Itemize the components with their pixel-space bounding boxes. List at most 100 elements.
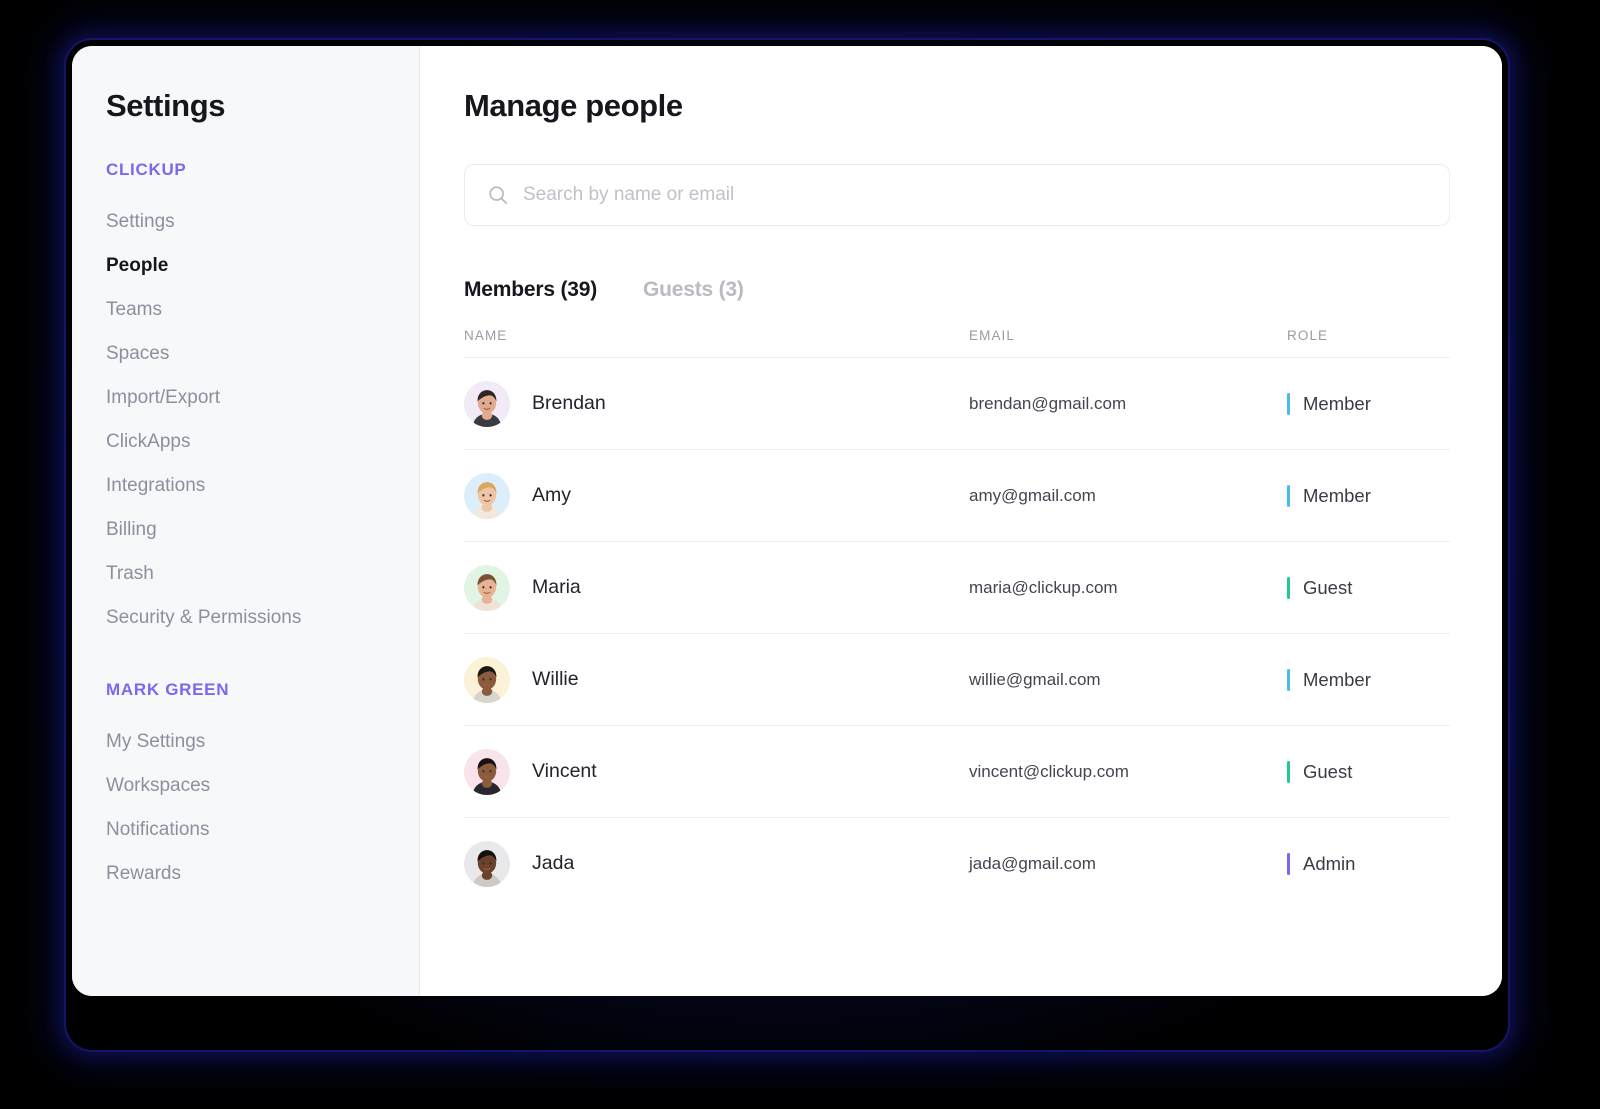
role-label: Member: [1303, 392, 1371, 414]
role-label: Guest: [1303, 576, 1353, 598]
person-email: vincent@clickup.com: [969, 761, 1129, 781]
cell-name: Amy: [464, 449, 969, 542]
cell-role: Guest: [1287, 725, 1450, 818]
person-email: maria@clickup.com: [969, 577, 1118, 597]
person-name: Willie: [532, 668, 579, 690]
sidebar-item-security-permissions[interactable]: Security & Permissions: [72, 596, 419, 640]
role-color-bar: [1287, 392, 1290, 415]
role-label: Member: [1303, 668, 1371, 690]
table-header: NAME EMAIL ROLE: [464, 328, 1450, 358]
cell-name: Brendan: [464, 357, 969, 450]
person-name: Amy: [532, 484, 571, 506]
cell-name: Jada: [464, 818, 969, 910]
sidebar-item-notifications[interactable]: Notifications: [72, 808, 419, 852]
table-row[interactable]: Jada jada@gmail.com Admin: [464, 818, 1450, 910]
search-icon: [487, 184, 509, 206]
role-color-bar: [1287, 852, 1290, 875]
role-badge[interactable]: Member: [1287, 392, 1450, 415]
sidebar-item-workspaces[interactable]: Workspaces: [72, 764, 419, 808]
table-body: Brendan brendan@gmail.com Member Amy amy@gma…: [464, 357, 1450, 910]
cell-email: maria@clickup.com: [969, 541, 1287, 634]
role-badge[interactable]: Guest: [1287, 576, 1450, 599]
person-email: willie@gmail.com: [969, 669, 1101, 689]
cell-name: Willie: [464, 633, 969, 726]
sidebar-group-label: CLICKUP: [106, 160, 187, 179]
role-badge[interactable]: Member: [1287, 668, 1450, 691]
person-name: Brendan: [532, 392, 606, 414]
avatar: [464, 380, 510, 427]
sidebar-item-clickapps[interactable]: ClickApps: [72, 420, 419, 464]
sidebar-group: CLICKUP Settings People Teams Spaces Import/E…: [72, 160, 419, 640]
table-row[interactable]: Maria maria@clickup.com Guest: [464, 541, 1450, 634]
role-label: Admin: [1303, 852, 1356, 874]
cell-role: Member: [1287, 357, 1450, 450]
sidebar-item-people[interactable]: People: [72, 244, 419, 288]
avatar: [464, 656, 510, 703]
column-header-role: ROLE: [1287, 328, 1450, 358]
table-row[interactable]: Amy amy@gmail.com Member: [464, 449, 1450, 542]
people-tabs: Members (39) Guests (3): [464, 278, 1450, 302]
sidebar-nav: CLICKUP Settings People Teams Spaces Import/E…: [72, 160, 419, 896]
role-color-bar: [1287, 760, 1290, 783]
name-cell: Brendan: [464, 380, 969, 427]
avatar: [464, 840, 510, 887]
settings-sidebar: Settings CLICKUP Settings People Teams Space…: [72, 46, 420, 996]
table-row[interactable]: Brendan brendan@gmail.com Member: [464, 357, 1450, 450]
table-row[interactable]: Vincent vincent@clickup.com Guest: [464, 725, 1450, 818]
cell-role: Guest: [1287, 541, 1450, 634]
cell-role: Admin: [1287, 818, 1450, 910]
sidebar-item-settings[interactable]: Settings: [72, 200, 419, 244]
cell-email: vincent@clickup.com: [969, 725, 1287, 818]
sidebar-item-rewards[interactable]: Rewards: [72, 852, 419, 896]
person-name: Vincent: [532, 760, 597, 782]
person-email: brendan@gmail.com: [969, 393, 1127, 413]
screen-root: Settings CLICKUP Settings People Teams Space…: [0, 0, 1600, 1109]
sidebar-item-trash[interactable]: Trash: [72, 552, 419, 596]
avatar: [464, 564, 510, 611]
name-cell: Willie: [464, 656, 969, 703]
sidebar-item-teams[interactable]: Teams: [72, 288, 419, 332]
name-cell: Jada: [464, 840, 969, 887]
name-cell: Vincent: [464, 748, 969, 795]
role-badge[interactable]: Member: [1287, 484, 1450, 507]
cell-email: willie@gmail.com: [969, 633, 1287, 726]
role-label: Guest: [1303, 760, 1353, 782]
cell-email: amy@gmail.com: [969, 449, 1287, 542]
role-badge[interactable]: Guest: [1287, 760, 1450, 783]
sidebar-item-billing[interactable]: Billing: [72, 508, 419, 552]
cell-role: Member: [1287, 449, 1450, 542]
cell-role: Member: [1287, 633, 1450, 726]
sidebar-group: MARK GREEN My Settings Workspaces Notificat…: [72, 680, 419, 896]
name-cell: Amy: [464, 472, 969, 519]
role-label: Member: [1303, 484, 1371, 506]
sidebar-item-spaces[interactable]: Spaces: [72, 332, 419, 376]
role-color-bar: [1287, 484, 1290, 507]
cell-name: Vincent: [464, 725, 969, 818]
settings-card: Settings CLICKUP Settings People Teams Space…: [72, 46, 1502, 996]
cell-email: jada@gmail.com: [969, 818, 1287, 910]
tab-guests[interactable]: Guests (3): [643, 278, 744, 302]
column-header-name: NAME: [464, 328, 969, 358]
sidebar-item-my-settings[interactable]: My Settings: [72, 720, 419, 764]
search-input[interactable]: [523, 184, 1427, 206]
page-title: Manage people: [464, 88, 683, 123]
person-name: Jada: [532, 852, 575, 875]
table-row[interactable]: Willie willie@gmail.com Member: [464, 633, 1450, 726]
role-badge[interactable]: Admin: [1287, 852, 1450, 875]
main-panel: Manage people Members (39) Guests (3) NAM…: [420, 46, 1502, 996]
tab-members[interactable]: Members (39): [464, 278, 597, 302]
avatar: [464, 472, 510, 519]
name-cell: Maria: [464, 564, 969, 611]
people-table: NAME EMAIL ROLE Brendan brendan@gmail.com Me…: [464, 328, 1450, 910]
cell-name: Maria: [464, 541, 969, 634]
sidebar-item-integrations[interactable]: Integrations: [72, 464, 419, 508]
search-bar[interactable]: [464, 164, 1450, 226]
column-header-email: EMAIL: [969, 328, 1287, 358]
person-email: jada@gmail.com: [969, 853, 1096, 873]
sidebar-item-import-export[interactable]: Import/Export: [72, 376, 419, 420]
sidebar-group-spacer: [72, 640, 419, 680]
table-header-row: NAME EMAIL ROLE: [464, 328, 1450, 358]
role-color-bar: [1287, 668, 1290, 691]
cell-email: brendan@gmail.com: [969, 357, 1287, 450]
sidebar-group-label: MARK GREEN: [106, 680, 230, 699]
